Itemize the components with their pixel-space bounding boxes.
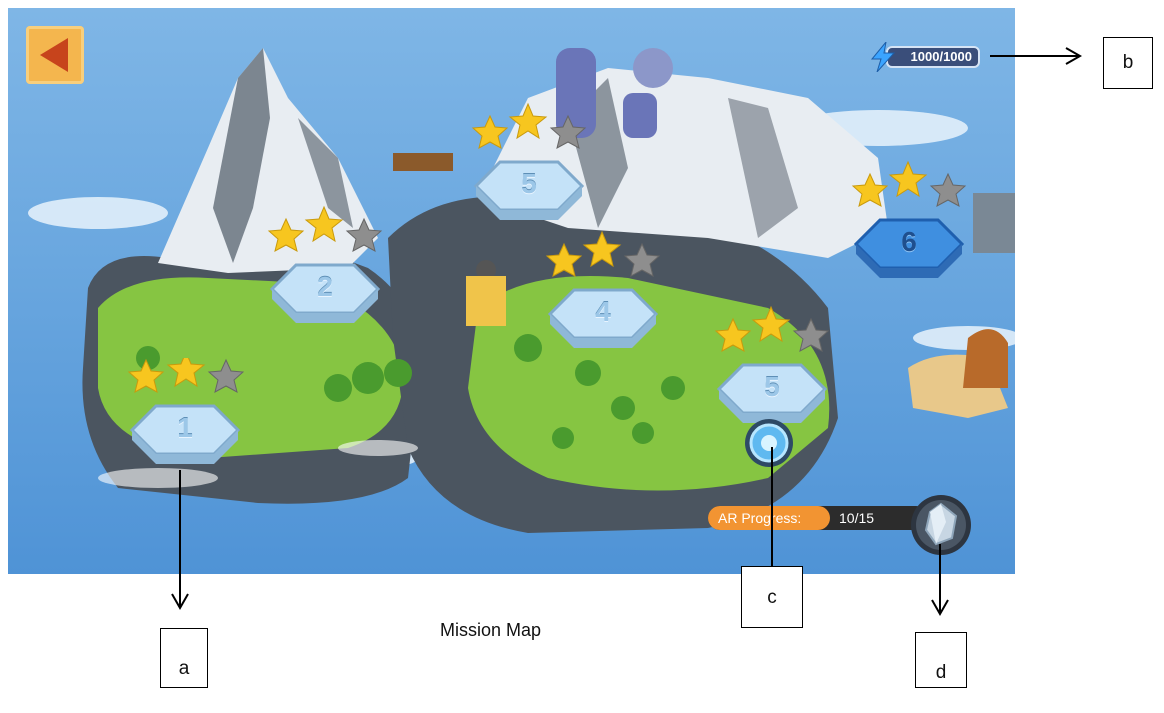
callout-c: c (741, 566, 803, 628)
back-arrow-icon (40, 38, 68, 72)
level-node-5-lower[interactable]: 5 (713, 303, 831, 433)
level-node-5-upper[interactable]: 5 (470, 100, 588, 230)
star-filled-icon (267, 217, 305, 252)
stars (714, 305, 830, 352)
level-number: 5 (521, 168, 537, 199)
callout-d: d (915, 632, 967, 688)
star-empty-icon (623, 242, 661, 277)
back-button[interactable] (26, 26, 84, 84)
callout-b: b (1103, 37, 1153, 89)
crystal-button[interactable] (910, 494, 972, 556)
star-filled-icon (851, 172, 889, 207)
level-number: 2 (317, 271, 333, 302)
star-filled-icon (166, 350, 206, 388)
level-node-2[interactable]: 2 (266, 203, 384, 333)
star-empty-icon (929, 172, 967, 207)
level-node-4[interactable]: 4 (544, 228, 662, 358)
stars (127, 350, 245, 393)
ar-portal-button[interactable] (743, 417, 795, 469)
stars (851, 160, 967, 207)
ar-progress-value: 10/15 (839, 510, 875, 526)
energy-value: 1000/1000 (886, 46, 980, 68)
star-filled-icon (545, 242, 583, 277)
star-empty-icon (345, 217, 383, 252)
star-filled-icon (471, 114, 509, 149)
callout-a: a (160, 628, 208, 688)
star-filled-icon (582, 230, 622, 268)
level-node-1[interactable]: 1 (126, 350, 245, 470)
star-empty-icon (207, 358, 245, 393)
level-number: 6 (901, 226, 917, 257)
crystal-icon (911, 495, 971, 555)
lightning-icon (870, 42, 896, 72)
level-number: 4 (595, 296, 611, 327)
star-filled-icon (714, 317, 752, 352)
star-filled-icon (751, 305, 791, 343)
stars (545, 230, 661, 277)
star-filled-icon (508, 102, 548, 140)
star-empty-icon (792, 317, 830, 352)
star-empty-icon (549, 114, 587, 149)
stars (267, 205, 383, 252)
figure-caption: Mission Map (440, 620, 542, 640)
map-scenery (28, 48, 1015, 533)
energy-counter: 1000/1000 (870, 42, 980, 72)
portal-icon (745, 419, 793, 467)
ar-progress-label: AR Progress: (708, 506, 830, 530)
ar-progress-bar: AR Progress: 10/15 (708, 506, 928, 530)
level-number: 5 (764, 371, 780, 402)
mission-map-screen: 1000/1000 1 2 4 5 5 6 AR Progress: 10/15 (8, 8, 1015, 574)
star-filled-icon (127, 358, 165, 393)
star-filled-icon (888, 160, 928, 198)
star-filled-icon (304, 205, 344, 243)
stars (471, 102, 587, 149)
level-number: 1 (177, 412, 193, 443)
level-node-6[interactable]: 6 (850, 158, 968, 288)
